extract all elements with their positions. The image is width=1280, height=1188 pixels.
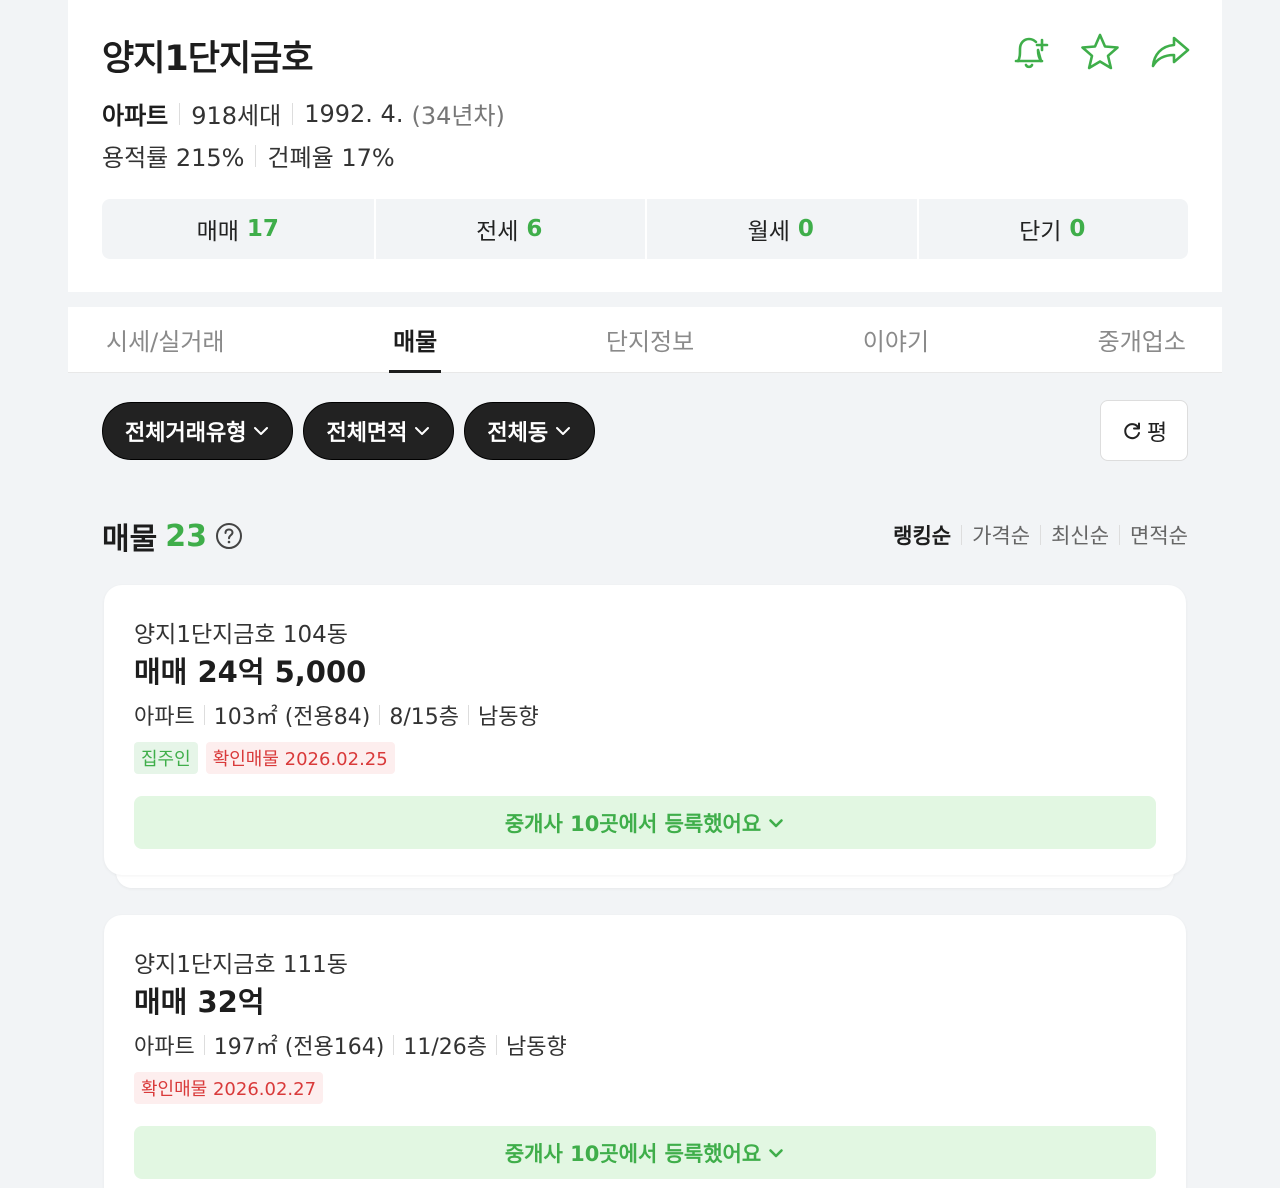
divider: [203, 1035, 205, 1055]
trade-label: 전세: [476, 219, 519, 245]
households: 918세대: [191, 102, 282, 130]
verified-badge: 확인매물 2026.02.27: [134, 1072, 324, 1104]
help-icon[interactable]: [215, 522, 243, 550]
header-actions: [1008, 30, 1192, 74]
trade-count-monthly[interactable]: 월세 0: [645, 199, 917, 259]
unit-label: 평: [1146, 420, 1168, 446]
listing-spec: 아파트 197㎡ (전용164) 11/26층 남동향: [134, 1029, 567, 1061]
divider: [468, 705, 470, 725]
divider: [961, 525, 963, 545]
building-age: (34년차): [411, 102, 505, 130]
divider: [496, 1035, 497, 1055]
listing-tags: 집주인 확인매물 2026.02.25: [134, 742, 395, 774]
listings-heading: 매물 23: [102, 514, 243, 558]
tab-brokers[interactable]: 중개업소: [1098, 307, 1186, 373]
chevron-down-icon: [769, 1148, 783, 1157]
brokers-expand-button[interactable]: 중개사 10곳에서 등록했어요: [134, 1126, 1156, 1179]
trade-count: 0: [1069, 216, 1086, 242]
filter-building[interactable]: 전체동: [464, 402, 596, 460]
sort-latest[interactable]: 최신순: [1051, 520, 1109, 550]
listing-area: 103㎡ (전용84): [213, 705, 371, 730]
listing-tags: 확인매물 2026.02.27: [134, 1072, 324, 1104]
listing-direction: 남동향: [478, 705, 539, 730]
tab-stories[interactable]: 이야기: [863, 307, 929, 373]
listing-card[interactable]: 양지1단지금호 111동 매매 32억 아파트 197㎡ (전용164) 11/…: [104, 915, 1186, 1188]
filter-label: 전체동: [487, 421, 549, 446]
divider: [393, 1035, 395, 1055]
refresh-icon: [1124, 422, 1140, 439]
complex-ratios: 용적률 215% 건폐율 17%: [102, 138, 395, 173]
listings-label: 매물: [102, 522, 158, 557]
built-date: 1992. 4.: [304, 99, 404, 128]
divider: [1119, 525, 1121, 545]
trade-type-counts: 매매 17 전세 6 월세 0 단기 0: [102, 199, 1188, 259]
owner-badge: 집주인: [134, 742, 198, 774]
divider: [379, 705, 381, 725]
listing-spec: 아파트 103㎡ (전용84) 8/15층 남동향: [134, 699, 539, 731]
listing-area: 197㎡ (전용164): [213, 1035, 385, 1060]
trade-count-jeonse[interactable]: 전세 6: [373, 199, 646, 259]
listing-direction: 남동향: [506, 1035, 567, 1060]
trade-count-sale[interactable]: 매매 17: [102, 199, 374, 259]
divider: [203, 705, 205, 725]
chevron-down-icon: [415, 427, 430, 435]
chevron-down-icon: [556, 427, 571, 435]
divider: [179, 102, 181, 125]
trade-count: 17: [246, 216, 279, 242]
listing-price: 매매 24억 5,000: [134, 655, 367, 689]
building-coverage-ratio: 건폐율 17%: [267, 144, 395, 172]
filter-bar: 전체거래유형 전체면적 전체동: [102, 402, 596, 460]
listing-type: 아파트: [134, 705, 195, 730]
divider: [255, 144, 257, 167]
bell-plus-icon[interactable]: [1008, 30, 1052, 74]
complex-header: 양지1단지금호 아파트 918세대 1992. 4. (34년차) 용적률 21…: [68, 0, 1222, 292]
trade-label: 월세: [747, 219, 790, 245]
listing-card[interactable]: 양지1단지금호 104동 매매 24억 5,000 아파트 103㎡ (전용84…: [104, 585, 1186, 875]
sort-options: 랭킹순 가격순 최신순 면적순: [893, 520, 1188, 550]
unit-toggle-button[interactable]: 평: [1100, 400, 1188, 461]
property-type: 아파트: [102, 102, 169, 130]
divider: [292, 102, 294, 125]
verified-badge: 확인매물 2026.02.25: [205, 742, 395, 774]
chevron-down-icon: [769, 818, 783, 827]
brokers-label: 중개사 10곳에서 등록했어요: [504, 1141, 762, 1166]
trade-label: 매매: [196, 219, 239, 245]
filter-area[interactable]: 전체면적: [303, 402, 455, 460]
section-tabs: 시세/실거래 매물 단지정보 이야기 중개업소: [68, 307, 1222, 373]
chevron-down-icon: [254, 427, 269, 435]
sort-ranking[interactable]: 랭킹순: [893, 520, 951, 550]
listing-floor: 11/26층: [403, 1035, 487, 1060]
listing-type: 아파트: [134, 1035, 195, 1060]
floor-area-ratio: 용적률 215%: [102, 144, 245, 172]
trade-label: 단기: [1019, 219, 1062, 245]
listing-floor: 8/15층: [389, 705, 460, 730]
complex-meta: 아파트 918세대 1992. 4. (34년차): [102, 96, 505, 131]
tab-price-history[interactable]: 시세/실거래: [106, 307, 225, 373]
tab-complex-info[interactable]: 단지정보: [606, 307, 694, 373]
filter-label: 전체면적: [326, 421, 408, 446]
trade-count: 0: [797, 216, 814, 242]
listings-count: 23: [165, 518, 207, 554]
share-arrow-icon[interactable]: [1148, 30, 1192, 74]
listing-price: 매매 32억: [134, 985, 265, 1019]
brokers-expand-button[interactable]: 중개사 10곳에서 등록했어요: [134, 796, 1156, 849]
listing-name: 양지1단지금호 111동: [134, 952, 348, 978]
tab-listings[interactable]: 매물: [389, 307, 442, 373]
star-icon[interactable]: [1078, 30, 1122, 74]
sort-area[interactable]: 면적순: [1130, 520, 1188, 550]
filter-label: 전체거래유형: [125, 421, 247, 446]
trade-count-shortterm[interactable]: 단기 0: [916, 199, 1189, 259]
filter-trade-type[interactable]: 전체거래유형: [102, 402, 294, 460]
divider: [1040, 525, 1042, 545]
sort-price[interactable]: 가격순: [972, 520, 1030, 550]
complex-title: 양지1단지금호: [102, 39, 314, 79]
trade-count: 6: [526, 216, 543, 242]
brokers-label: 중개사 10곳에서 등록했어요: [504, 811, 762, 836]
listing-name: 양지1단지금호 104동: [134, 622, 348, 648]
